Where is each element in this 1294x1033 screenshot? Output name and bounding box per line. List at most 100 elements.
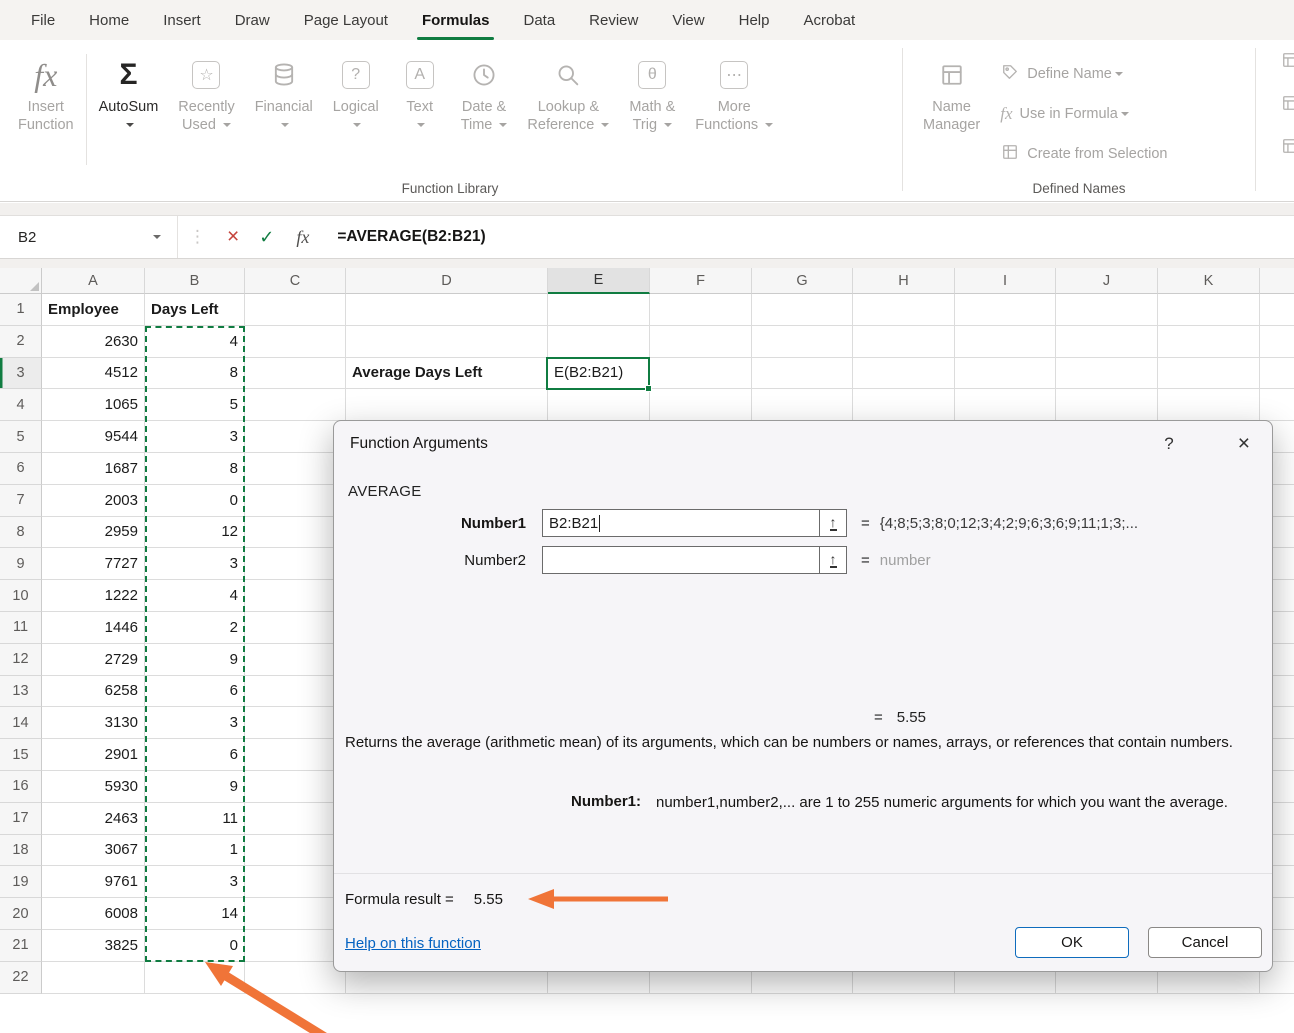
ribbon-button-financial[interactable]: Financial (245, 46, 323, 134)
cell-A4[interactable]: 1065 (42, 389, 145, 421)
ribbon-tab-insert[interactable]: Insert (146, 0, 218, 40)
row-header-7[interactable]: 7 (0, 485, 42, 517)
cell-F3[interactable] (650, 358, 752, 390)
cell-C4[interactable] (245, 389, 346, 421)
cell-B13[interactable]: 6 (145, 676, 245, 708)
ribbon-tab-data[interactable]: Data (506, 0, 572, 40)
cell-A6[interactable]: 1687 (42, 453, 145, 485)
name-box[interactable]: B2 (0, 216, 178, 258)
cell-L2[interactable] (1260, 326, 1294, 358)
cell-B16[interactable]: 9 (145, 771, 245, 803)
row-header-15[interactable]: 15 (0, 739, 42, 771)
cell-K1[interactable] (1158, 294, 1260, 326)
column-header-partial[interactable] (1260, 268, 1294, 294)
dialog-title-bar[interactable]: Function Arguments ? × (334, 421, 1272, 467)
ribbon-button-define-name[interactable]: Define Name (1000, 61, 1167, 87)
column-header-E[interactable]: E (548, 268, 650, 294)
cell-B20[interactable]: 14 (145, 898, 245, 930)
column-header-I[interactable]: I (955, 268, 1056, 294)
ribbon-tab-help[interactable]: Help (722, 0, 787, 40)
cell-A17[interactable]: 2463 (42, 803, 145, 835)
cell-I2[interactable] (955, 326, 1056, 358)
collapse-dialog-button[interactable]: ↑ (819, 509, 847, 537)
cell-E4[interactable] (548, 389, 650, 421)
cancel-entry-button[interactable]: × (227, 225, 239, 249)
ribbon-button-date-time[interactable]: Date &Time (451, 46, 518, 134)
ok-button[interactable]: OK (1015, 927, 1129, 958)
cell-C17[interactable] (245, 803, 346, 835)
cell-D2[interactable] (346, 326, 548, 358)
autosum-button[interactable]: Σ AutoSum (89, 46, 169, 134)
ribbon-tab-home[interactable]: Home (72, 0, 146, 40)
cell-A8[interactable]: 2959 (42, 517, 145, 549)
cell-A7[interactable]: 2003 (42, 485, 145, 517)
cell-B6[interactable]: 8 (145, 453, 245, 485)
cell-E2[interactable] (548, 326, 650, 358)
cell-A3[interactable]: 4512 (42, 358, 145, 390)
cell-G1[interactable] (752, 294, 853, 326)
cell-B5[interactable]: 3 (145, 421, 245, 453)
cell-G2[interactable] (752, 326, 853, 358)
confirm-entry-button[interactable]: ✓ (259, 227, 274, 248)
column-header-C[interactable]: C (245, 268, 346, 294)
cell-B15[interactable]: 6 (145, 739, 245, 771)
cell-L1[interactable] (1260, 294, 1294, 326)
cell-B9[interactable]: 3 (145, 548, 245, 580)
ribbon-tab-page-layout[interactable]: Page Layout (287, 0, 405, 40)
cell-E1[interactable] (548, 294, 650, 326)
formula-input[interactable]: =AVERAGE(B2:B21) (337, 228, 485, 246)
column-header-J[interactable]: J (1056, 268, 1158, 294)
ribbon-tab-formulas[interactable]: Formulas (405, 0, 507, 40)
ribbon-button-create-from-selection[interactable]: Create from Selection (1000, 141, 1167, 167)
cell-B2[interactable]: 4 (145, 326, 245, 358)
number2-input[interactable] (542, 546, 820, 574)
cell-B3[interactable]: 8 (145, 358, 245, 390)
row-header-18[interactable]: 18 (0, 835, 42, 867)
ribbon-button-text[interactable]: AText (389, 46, 451, 134)
cell-B1[interactable]: Days Left (145, 294, 245, 326)
row-header-16[interactable]: 16 (0, 771, 42, 803)
ribbon-button-more-functions[interactable]: ⋯MoreFunctions (685, 46, 783, 134)
ribbon-tab-file[interactable]: File (14, 0, 72, 40)
row-header-1[interactable]: 1 (0, 294, 42, 326)
cell-C21[interactable] (245, 930, 346, 962)
cell-B18[interactable]: 1 (145, 835, 245, 867)
column-header-K[interactable]: K (1158, 268, 1260, 294)
cell-A1[interactable]: Employee (42, 294, 145, 326)
row-header-4[interactable]: 4 (0, 389, 42, 421)
cell-A20[interactable]: 6008 (42, 898, 145, 930)
cell-G4[interactable] (752, 389, 853, 421)
cell-F1[interactable] (650, 294, 752, 326)
cell-H4[interactable] (853, 389, 955, 421)
cell-C16[interactable] (245, 771, 346, 803)
cell-H1[interactable] (853, 294, 955, 326)
ribbon-tab-acrobat[interactable]: Acrobat (786, 0, 872, 40)
column-header-D[interactable]: D (346, 268, 548, 294)
collapse-dialog-button[interactable]: ↑ (819, 546, 847, 574)
cancel-button[interactable]: Cancel (1148, 927, 1262, 958)
cell-C14[interactable] (245, 707, 346, 739)
cell-B7[interactable]: 0 (145, 485, 245, 517)
cell-C12[interactable] (245, 644, 346, 676)
cell-B4[interactable]: 5 (145, 389, 245, 421)
ribbon-button-logical[interactable]: ?Logical (323, 46, 389, 134)
cell-K3[interactable] (1158, 358, 1260, 390)
cell-G3[interactable] (752, 358, 853, 390)
cell-K2[interactable] (1158, 326, 1260, 358)
cell-C10[interactable] (245, 580, 346, 612)
cell-A13[interactable]: 6258 (42, 676, 145, 708)
cell-L4[interactable] (1260, 389, 1294, 421)
cell-B10[interactable]: 4 (145, 580, 245, 612)
cell-B17[interactable]: 11 (145, 803, 245, 835)
cell-A12[interactable]: 2729 (42, 644, 145, 676)
select-all-corner[interactable] (0, 268, 42, 294)
cell-C2[interactable] (245, 326, 346, 358)
row-header-12[interactable]: 12 (0, 644, 42, 676)
cell-C7[interactable] (245, 485, 346, 517)
partial-ribbon-icon[interactable] (1280, 93, 1294, 118)
ribbon-tab-review[interactable]: Review (572, 0, 655, 40)
cell-D1[interactable] (346, 294, 548, 326)
cell-J3[interactable] (1056, 358, 1158, 390)
cell-A18[interactable]: 3067 (42, 835, 145, 867)
cell-B11[interactable]: 2 (145, 612, 245, 644)
